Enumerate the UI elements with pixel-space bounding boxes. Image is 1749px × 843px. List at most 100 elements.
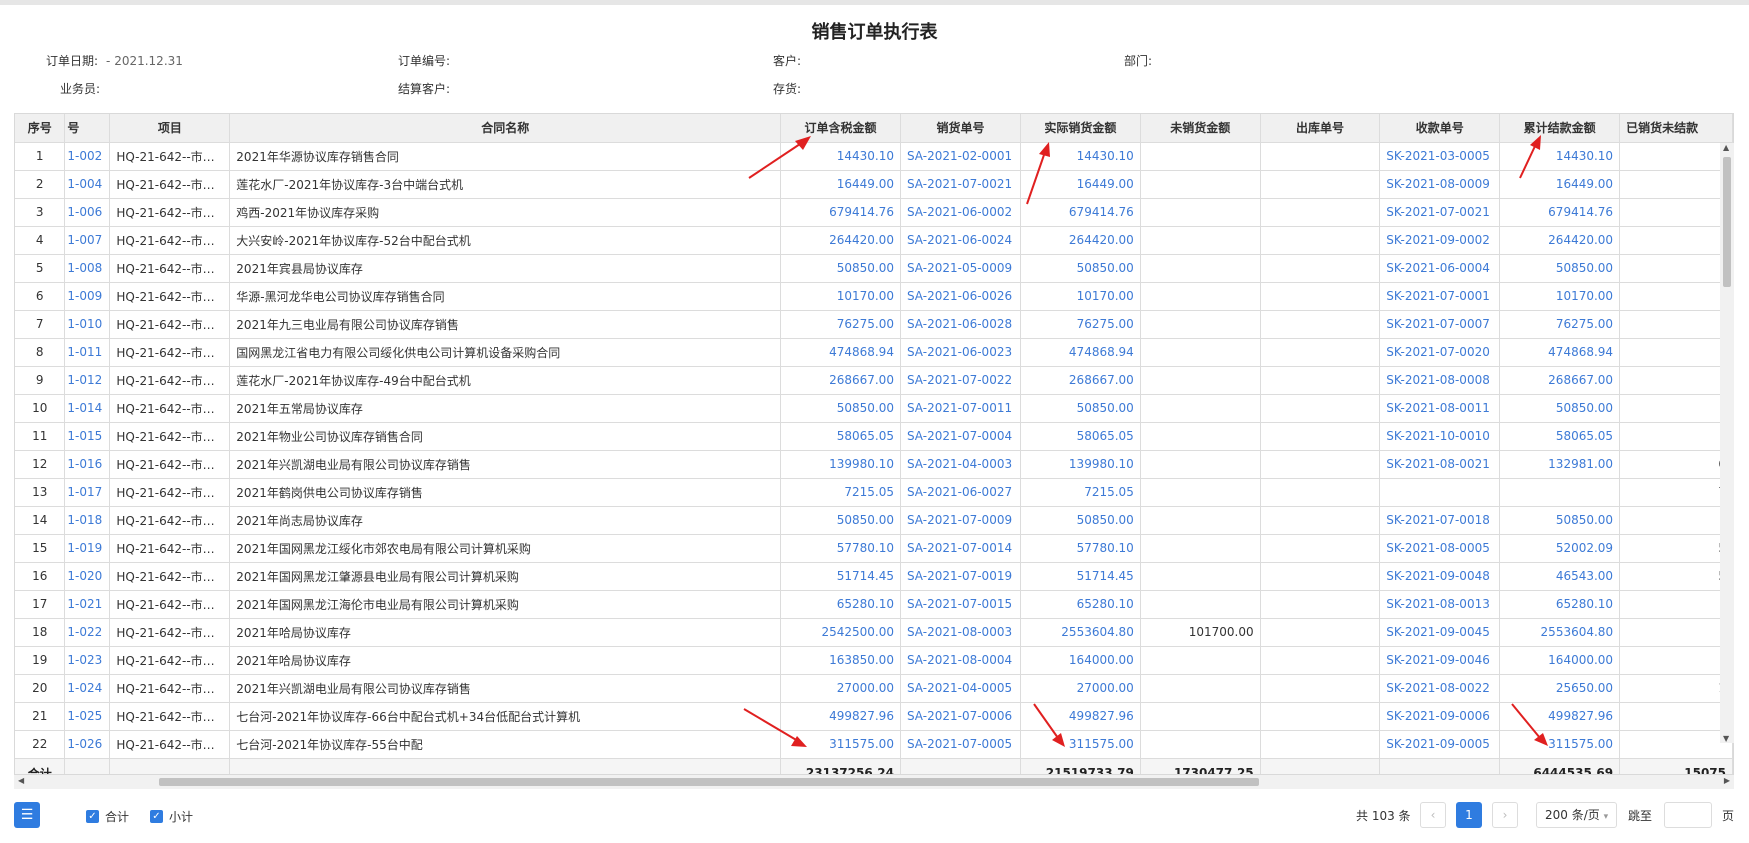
- table-cell[interactable]: SA-2021-06-0027: [900, 478, 1021, 507]
- table-cell[interactable]: SK-2021-06-0004: [1379, 254, 1501, 283]
- table-cell[interactable]: SK-2021-07-0021: [1379, 198, 1501, 227]
- table-cell[interactable]: SA-2021-07-0004: [900, 422, 1021, 451]
- table-cell[interactable]: SK-2021-03-0005: [1379, 142, 1501, 171]
- table-cell[interactable]: SK-2021-09-0006: [1379, 702, 1501, 731]
- horizontal-scrollbar[interactable]: ◀ ▶: [14, 775, 1734, 789]
- table-cell[interactable]: SA-2021-04-0005: [900, 674, 1021, 703]
- table-cell[interactable]: SK-2021-09-0002: [1379, 226, 1501, 255]
- salesman-label[interactable]: 业务员:: [60, 80, 100, 97]
- col-header[interactable]: 收款单号: [1379, 114, 1501, 143]
- table-cell[interactable]: SK-2021-08-0008: [1379, 366, 1501, 395]
- table-row[interactable]: 17 1-021 HQ-21-642--市… 2021年国网黑龙江海伦市电业局有限公司…: [15, 590, 1733, 619]
- table-row[interactable]: 14 1-018 HQ-21-642--市… 2021年尚志局协议库存 50850.00…: [15, 506, 1733, 535]
- table-cell[interactable]: SK-2021-07-0018: [1379, 506, 1501, 535]
- stock-label[interactable]: 存货:: [773, 80, 801, 97]
- table-row[interactable]: 11 1-015 HQ-21-642--市… 2021年物业公司协议库存销售合同 580…: [15, 422, 1733, 451]
- table-row[interactable]: 7 1-010 HQ-21-642--市… 2021年九三电业局有限公司协议库存销售 7…: [15, 310, 1733, 339]
- table-row[interactable]: 10 1-014 HQ-21-642--市… 2021年五常局协议库存 50850.00…: [15, 394, 1733, 423]
- col-header[interactable]: 销货单号: [900, 114, 1021, 143]
- scroll-down-icon[interactable]: ▼: [1723, 734, 1729, 743]
- table-row[interactable]: 9 1-012 HQ-21-642--市… 莲花水厂-2021年协议库存-49台中配台…: [15, 366, 1733, 395]
- table-cell[interactable]: SA-2021-06-0002: [900, 198, 1021, 227]
- table-cell[interactable]: SK-2021-08-0021: [1379, 450, 1501, 479]
- col-header[interactable]: 合同名称: [229, 114, 782, 143]
- settle-customer-label[interactable]: 结算客户:: [398, 80, 450, 97]
- table-cell[interactable]: SK-2021-08-0009: [1379, 170, 1501, 199]
- next-page-button[interactable]: ›: [1492, 802, 1518, 828]
- table-row[interactable]: 19 1-023 HQ-21-642--市… 2021年哈局协议库存 163850.00…: [15, 646, 1733, 675]
- table-cell[interactable]: SK-2021-08-0022: [1379, 674, 1501, 703]
- scroll-right-icon[interactable]: ▶: [1724, 776, 1730, 785]
- table-row[interactable]: 1 1-002 HQ-21-642--市… 2021年华源协议库存销售合同 14430.…: [15, 142, 1733, 171]
- table-cell[interactable]: SA-2021-04-0003: [900, 450, 1021, 479]
- col-header[interactable]: 累计结款金额: [1499, 114, 1621, 143]
- col-header[interactable]: 项目: [109, 114, 231, 143]
- col-header[interactable]: 实际销货金额: [1020, 114, 1141, 143]
- table-cell[interactable]: SA-2021-08-0004: [900, 646, 1021, 675]
- total-checkbox[interactable]: ✓ 合计: [86, 808, 129, 825]
- table-cell[interactable]: SA-2021-06-0028: [900, 310, 1021, 339]
- table-cell[interactable]: SA-2021-08-0003: [900, 618, 1021, 647]
- table-row[interactable]: 22 1-026 HQ-21-642--市… 七台河-2021年协议库存-55台中配 3…: [15, 730, 1733, 759]
- col-header[interactable]: 未销货金额: [1140, 114, 1261, 143]
- page-size-select[interactable]: 200 条/页 ▾: [1536, 802, 1618, 828]
- table-row[interactable]: 3 1-006 HQ-21-642--市… 鸡西-2021年协议库存采购 679414.…: [15, 198, 1733, 227]
- order-no-label[interactable]: 订单编号:: [398, 52, 450, 69]
- table-row[interactable]: 21 1-025 HQ-21-642--市… 七台河-2021年协议库存-66台中配台…: [15, 702, 1733, 731]
- col-header[interactable]: 号: [64, 114, 111, 143]
- table-cell[interactable]: SA-2021-07-0011: [900, 394, 1021, 423]
- table-cell[interactable]: SA-2021-02-0001: [900, 142, 1021, 171]
- table-cell[interactable]: SK-2021-08-0011: [1379, 394, 1501, 423]
- table-cell[interactable]: SK-2021-09-0046: [1379, 646, 1501, 675]
- table-cell[interactable]: SK-2021-08-0013: [1379, 590, 1501, 619]
- table-cell[interactable]: SA-2021-05-0009: [900, 254, 1021, 283]
- table-cell[interactable]: SA-2021-06-0024: [900, 226, 1021, 255]
- table-row[interactable]: 13 1-017 HQ-21-642--市… 2021年鹤岗供电公司协议库存销售 721…: [15, 478, 1733, 507]
- table-cell[interactable]: SK-2021-10-0010: [1379, 422, 1501, 451]
- col-header[interactable]: 序号: [15, 114, 66, 143]
- table-cell[interactable]: SA-2021-07-0009: [900, 506, 1021, 535]
- table-cell[interactable]: SA-2021-07-0019: [900, 562, 1021, 591]
- table-cell[interactable]: SA-2021-07-0014: [900, 534, 1021, 563]
- table-cell[interactable]: SK-2021-09-0045: [1379, 618, 1501, 647]
- customer-label[interactable]: 客户:: [773, 52, 801, 69]
- column-menu-button[interactable]: ☰: [14, 802, 40, 828]
- page-1-button[interactable]: 1: [1456, 802, 1482, 828]
- table-cell[interactable]: SA-2021-07-0006: [900, 702, 1021, 731]
- subtotal-checkbox[interactable]: ✓ 小计: [150, 808, 193, 825]
- table-row[interactable]: 4 1-007 HQ-21-642--市… 大兴安岭-2021年协议库存-52台中配台…: [15, 226, 1733, 255]
- order-date-value[interactable]: - 2021.12.31: [106, 54, 183, 68]
- table-cell[interactable]: SK-2021-07-0007: [1379, 310, 1501, 339]
- table-cell[interactable]: SA-2021-07-0021: [900, 170, 1021, 199]
- department-label[interactable]: 部门:: [1124, 52, 1152, 69]
- order-date-filter[interactable]: 订单日期: - 2021.12.31: [46, 52, 183, 69]
- table-row[interactable]: 8 1-011 HQ-21-642--市… 国网黑龙江省电力有限公司绥化供电公司计算机…: [15, 338, 1733, 367]
- vertical-scrollbar[interactable]: ▲ ▼: [1720, 143, 1734, 743]
- table-row[interactable]: 5 1-008 HQ-21-642--市… 2021年宾县局协议库存 50850.00 S…: [15, 254, 1733, 283]
- table-cell[interactable]: SK-2021-08-0005: [1379, 534, 1501, 563]
- table-cell[interactable]: SK-2021-07-0001: [1379, 282, 1501, 311]
- table-cell[interactable]: SA-2021-07-0022: [900, 366, 1021, 395]
- scroll-left-icon[interactable]: ◀: [18, 776, 24, 785]
- col-header[interactable]: 已销货未结款: [1619, 114, 1733, 143]
- table-cell[interactable]: SA-2021-07-0005: [900, 730, 1021, 759]
- table-row[interactable]: 6 1-009 HQ-21-642--市… 华源-黑河龙华电公司协议库存销售合同 101…: [15, 282, 1733, 311]
- table-cell[interactable]: SA-2021-07-0015: [900, 590, 1021, 619]
- table-cell[interactable]: SA-2021-06-0026: [900, 282, 1021, 311]
- table-row[interactable]: 20 1-024 HQ-21-642--市… 2021年兴凯湖电业局有限公司协议库存销…: [15, 674, 1733, 703]
- jump-page-input[interactable]: [1664, 802, 1712, 828]
- table-row[interactable]: 16 1-020 HQ-21-642--市… 2021年国网黑龙江肇源县电业局有限公司…: [15, 562, 1733, 591]
- table-cell[interactable]: SK-2021-09-0005: [1379, 730, 1501, 759]
- vertical-scroll-thumb[interactable]: [1723, 157, 1731, 287]
- table-cell[interactable]: SA-2021-06-0023: [900, 338, 1021, 367]
- horizontal-scroll-thumb[interactable]: [159, 778, 1259, 786]
- col-header[interactable]: 订单含税金额: [780, 114, 901, 143]
- table-row[interactable]: 15 1-019 HQ-21-642--市… 2021年国网黑龙江绥化市郊农电局有限公…: [15, 534, 1733, 563]
- scroll-up-icon[interactable]: ▲: [1723, 143, 1729, 152]
- table-row[interactable]: 18 1-022 HQ-21-642--市… 2021年哈局协议库存 2542500.0…: [15, 618, 1733, 647]
- table-row[interactable]: 12 1-016 HQ-21-642--市… 2021年兴凯湖电业局有限公司协议库存销…: [15, 450, 1733, 479]
- table-cell[interactable]: SK-2021-07-0020: [1379, 338, 1501, 367]
- table-cell[interactable]: [1379, 478, 1501, 507]
- prev-page-button[interactable]: ‹: [1420, 802, 1446, 828]
- table-cell[interactable]: SK-2021-09-0048: [1379, 562, 1501, 591]
